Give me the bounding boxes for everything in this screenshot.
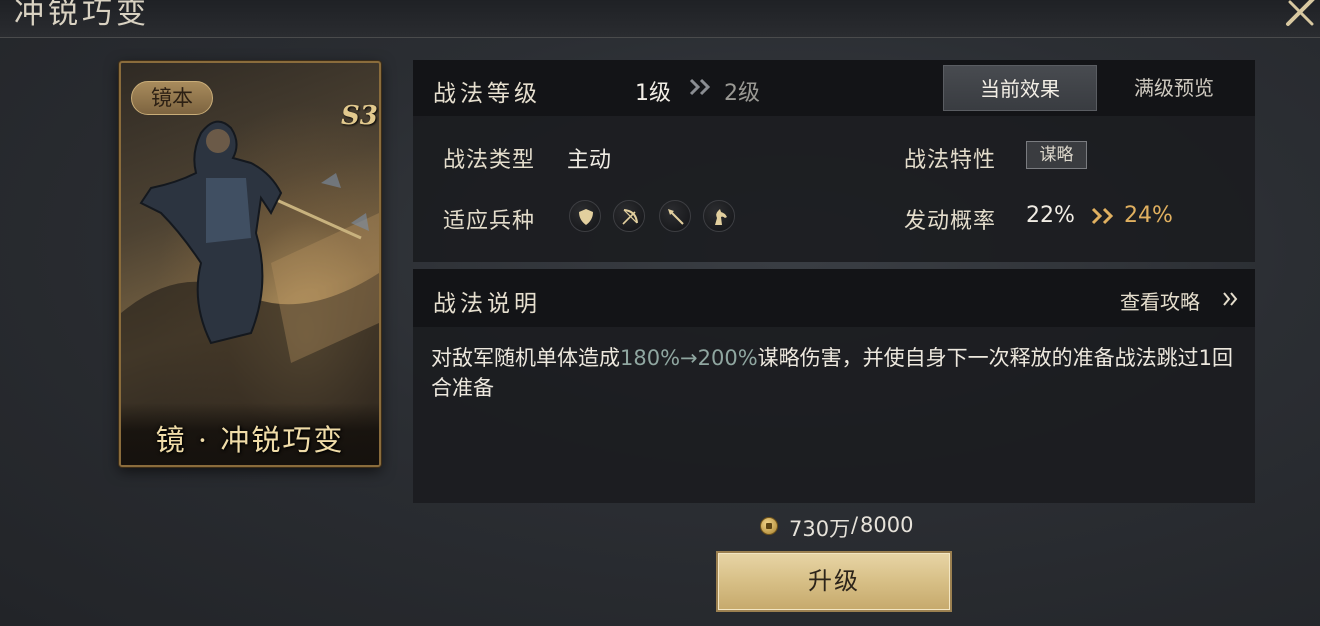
tactic-card: 镜本 S3 镜 · 冲锐巧变 [119,61,381,467]
description-highlight: 180%→200% [620,346,758,370]
bow-icon [622,209,638,225]
shield-icon [579,209,593,225]
type-value: 主动 [567,148,612,173]
double-chevron-icon[interactable] [1222,291,1240,307]
upgrade-button[interactable]: 升级 [716,551,952,612]
description-text: 对敌军随机单体造成180%→200%谋略伤害，并使自身下一次释放的准备战法跳过1… [431,343,1241,403]
trait-badge: 谋略 [1026,141,1087,169]
spear-icon [668,209,684,225]
card-name: 镜 · 冲锐巧变 [155,423,345,457]
horse-icon [715,209,727,225]
trait-label: 战法特性 [904,148,997,173]
title-bar: 冲锐巧变 [0,0,1320,38]
troop-bow [613,200,645,232]
window-title: 冲锐巧变 [14,0,150,31]
card-edition-tag: 镜本 [131,81,213,115]
description-panel: 战法说明 查看攻略 对敌军随机单体造成180%→200%谋略伤害，并使自身下一次… [413,269,1255,503]
close-icon [1286,0,1315,26]
troop-cavalry [703,200,735,232]
rate-current: 22% [1026,203,1075,228]
double-chevron-icon [689,78,711,96]
rate-next: 24% [1124,203,1173,228]
cost-required: 8000 [860,513,914,537]
rate-label: 发动概率 [904,209,997,234]
coin-icon [760,517,778,535]
cost-separator: / [851,513,859,537]
view-guide-link[interactable]: 查看攻略 [1120,286,1200,315]
cost-owned: 730万 [789,517,851,541]
troop-spear [659,200,691,232]
double-chevron-gold-icon [1091,207,1114,225]
tab-current-effect[interactable]: 当前效果 [943,65,1097,111]
level-label: 战法等级 [433,81,541,107]
tab-max-preview[interactable]: 满级预览 [1097,65,1251,111]
troop-shield [569,200,601,232]
level-current: 1级 [635,81,671,106]
type-label: 战法类型 [443,148,536,173]
close-button[interactable] [1280,0,1320,32]
troops-label: 适应兵种 [443,209,536,234]
description-text-start: 对敌军随机单体造成 [431,346,620,370]
description-title: 战法说明 [433,291,541,317]
tactic-info-panel: 战法等级 1级 2级 当前效果 满级预览 战法类型 主动 战法特性 谋略 适应兵… [413,60,1255,262]
level-next: 2级 [724,81,760,106]
level-header: 战法等级 1级 2级 当前效果 满级预览 [413,60,1255,116]
card-grade: S3 [341,101,378,131]
description-header: 战法说明 查看攻略 [413,269,1255,327]
